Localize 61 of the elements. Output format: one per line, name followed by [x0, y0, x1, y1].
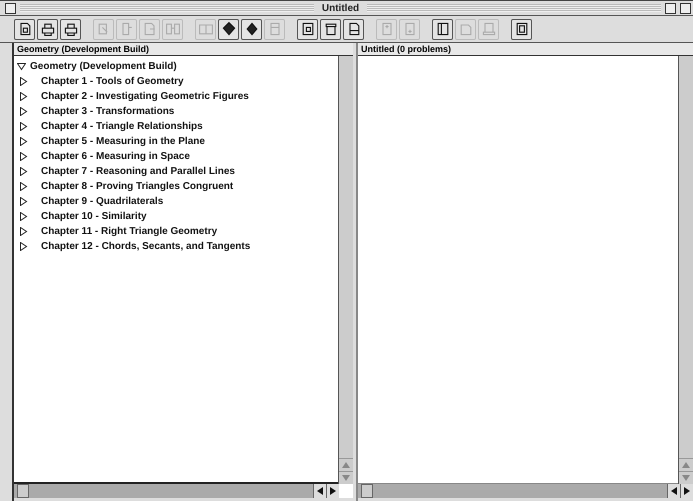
disclosure-triangle-icon[interactable] [19, 107, 28, 116]
diamond-icon [244, 21, 260, 37]
tree-item[interactable]: Chapter 5 - Measuring in the Plane [32, 136, 205, 147]
disclosure-triangle-icon[interactable] [17, 62, 26, 71]
disclosure-triangle-icon[interactable] [19, 212, 28, 221]
disclosure-triangle-icon[interactable] [19, 137, 28, 146]
disclosure-triangle-icon[interactable] [19, 242, 28, 251]
toolbar-button[interactable] [297, 18, 318, 40]
panel-icon [434, 21, 450, 37]
scroll-right-icon[interactable] [326, 484, 339, 498]
disclosure-triangle-icon[interactable] [19, 92, 28, 101]
scroll-right-icon[interactable] [680, 484, 693, 498]
page-icon [142, 21, 158, 37]
tree-item[interactable]: Chapter 6 - Measuring in Space [32, 151, 190, 162]
window-title: Untitled [320, 2, 360, 14]
close-box[interactable] [5, 2, 16, 14]
printer-icon [40, 21, 56, 37]
tree-item[interactable]: Chapter 8 - Proving Triangles Congruent [32, 181, 234, 192]
toolbar-button[interactable] [37, 18, 58, 40]
scroll-left-icon[interactable] [667, 484, 680, 498]
toolbar-button[interactable] [218, 18, 239, 40]
disclosure-triangle-icon[interactable] [19, 122, 28, 131]
frame-icon [514, 21, 530, 37]
tree-item[interactable]: Geometry (Development Build) [30, 61, 177, 72]
zoom-box[interactable] [665, 2, 676, 14]
tree-item[interactable]: Chapter 9 - Quadrilaterals [32, 196, 164, 207]
diamond-icon [220, 21, 236, 37]
toolbar-button[interactable] [60, 18, 81, 40]
toolbar-button[interactable] [14, 18, 35, 40]
printer-icon [62, 21, 78, 37]
toolbar-button[interactable] [320, 18, 341, 40]
disclosure-triangle-icon[interactable] [19, 182, 28, 191]
scroll-thumb[interactable] [17, 484, 29, 498]
horizontal-scrollbar[interactable] [14, 484, 353, 498]
toolbar-button[interactable] [241, 18, 262, 40]
page-icon [322, 21, 338, 37]
horizontal-scrollbar[interactable] [358, 484, 693, 498]
scroll-left-icon[interactable] [313, 484, 326, 498]
tree-item[interactable]: Chapter 1 - Tools of Geometry [32, 76, 184, 87]
disclosure-triangle-icon[interactable] [19, 77, 28, 86]
disclosure-triangle-icon[interactable] [19, 197, 28, 206]
tree-item[interactable]: Chapter 4 - Triangle Relationships [32, 121, 203, 132]
tree-item[interactable]: Chapter 10 - Similarity [32, 211, 147, 222]
link-icon [164, 21, 180, 37]
toolbar-button[interactable] [511, 18, 532, 40]
monitor-icon [480, 21, 496, 37]
tree-item[interactable]: Chapter 12 - Chords, Secants, and Tangents [32, 241, 250, 252]
disclosure-triangle-icon[interactable] [19, 152, 28, 161]
toolbar-button[interactable] [343, 18, 364, 40]
scroll-thumb[interactable] [361, 484, 373, 498]
tree-item[interactable]: Chapter 11 - Right Triangle Geometry [32, 226, 218, 237]
collapse-box[interactable] [680, 2, 691, 14]
pane-header: Geometry (Development Build) [14, 43, 353, 56]
pane-header: Untitled (0 problems) [358, 43, 693, 56]
disclosure-triangle-icon[interactable] [19, 227, 28, 236]
toolbar-button[interactable] [432, 18, 453, 40]
disclosure-triangle-icon[interactable] [19, 167, 28, 176]
frame-icon [300, 21, 316, 37]
tree-item[interactable]: Chapter 7 - Reasoning and Parallel Lines [32, 166, 235, 177]
tree-item[interactable]: Chapter 2 - Investigating Geometric Figures [32, 91, 249, 102]
tree-item[interactable]: Chapter 3 - Transformations [32, 106, 174, 117]
